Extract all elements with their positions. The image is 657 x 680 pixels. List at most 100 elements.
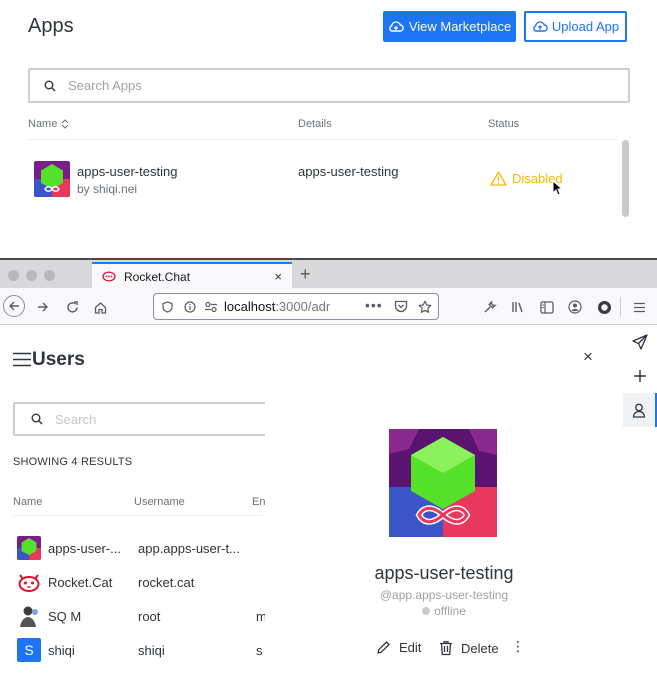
window-maximize-control[interactable]	[44, 270, 55, 281]
right-rail	[623, 325, 657, 680]
rocket-cat-icon	[17, 570, 41, 594]
new-tab-button[interactable]: +	[300, 264, 311, 285]
user-name: Rocket.Cat	[48, 575, 113, 590]
avatar: S	[17, 638, 41, 662]
warning-icon	[490, 171, 507, 186]
user-info-panel: × apps-user-testing @app.apps-user-testi…	[265, 325, 623, 680]
directory-button[interactable]	[623, 325, 657, 359]
reload-button[interactable]	[62, 297, 82, 317]
search-users-input[interactable]: Search	[13, 402, 273, 436]
wrench-icon	[484, 300, 497, 313]
user-username: root	[138, 609, 161, 624]
cursor-icon	[552, 180, 562, 196]
tab-title: Rocket.Chat	[124, 270, 191, 284]
shield-icon	[162, 301, 173, 313]
bookmark-star-icon[interactable]	[418, 300, 432, 314]
library-button[interactable]	[508, 297, 528, 317]
forward-button[interactable]	[33, 297, 53, 317]
add-button[interactable]	[623, 359, 657, 393]
user-name: SQ M	[48, 609, 82, 624]
app-author: by shiqi.nei	[77, 182, 138, 196]
avatar	[17, 604, 41, 628]
toolbar-divider	[620, 297, 621, 317]
table-row[interactable]: S shiqi shiqi s	[0, 635, 265, 665]
account-button[interactable]	[565, 297, 585, 317]
search-apps-input[interactable]: Search Apps	[28, 68, 630, 103]
cloud-upload-icon	[533, 20, 548, 32]
divider	[28, 139, 618, 140]
sort-icon	[61, 119, 69, 129]
app-content: Users Search SHOWING 4 RESULTS Name User…	[0, 325, 657, 680]
upload-app-label: Upload App	[551, 19, 620, 34]
divider	[13, 515, 263, 516]
column-header-status: Status	[488, 118, 520, 130]
delete-button[interactable]: Delete	[439, 640, 499, 656]
avatar	[17, 536, 41, 560]
status-dot-icon	[422, 607, 431, 615]
url-host: localhost	[224, 299, 276, 314]
column-header-name[interactable]: Name	[13, 496, 42, 508]
home-icon	[94, 301, 106, 314]
view-marketplace-button[interactable]: View Marketplace	[383, 11, 516, 42]
column-header-email[interactable]: En	[252, 496, 265, 508]
delete-label: Delete	[461, 640, 499, 656]
user-icon	[632, 403, 646, 418]
app-details: apps-user-testing	[298, 164, 399, 179]
pencil-icon	[377, 641, 390, 654]
upload-app-button[interactable]: Upload App	[524, 11, 627, 42]
window-minimize-control[interactable]	[26, 270, 37, 281]
user-display-name: apps-user-testing	[374, 563, 514, 583]
table-row[interactable]: apps-user-... app.apps-user-t...	[0, 533, 265, 563]
page-title: Apps	[28, 15, 74, 37]
account-icon	[568, 300, 582, 314]
url-bar[interactable]: localhost:3000/adr •••	[153, 293, 439, 320]
home-button[interactable]	[90, 297, 110, 317]
scrollbar[interactable]	[622, 140, 629, 217]
menu-button[interactable]	[629, 297, 649, 317]
library-icon	[511, 302, 523, 313]
plus-icon	[634, 370, 646, 382]
rocketchat-favicon-icon	[102, 271, 116, 282]
browser-window: Rocket.Chat × + localhost:3000/adr •••	[0, 258, 657, 680]
kebab-menu-icon[interactable]: ⋮	[511, 638, 525, 655]
sidebar-toggle-button[interactable]	[537, 297, 557, 317]
user-email: m	[256, 609, 265, 624]
table-row[interactable]: Rocket.Cat rocket.cat	[0, 567, 265, 597]
column-header-username[interactable]: Username	[134, 496, 185, 508]
reload-icon	[66, 300, 78, 313]
trash-icon	[440, 641, 452, 656]
column-header-name[interactable]: Name	[28, 118, 69, 130]
avatar	[17, 570, 41, 594]
column-header-details: Details	[298, 118, 332, 130]
arrow-right-icon	[38, 302, 48, 312]
user-email: s	[256, 643, 263, 658]
hamburger-icon[interactable]	[12, 352, 32, 367]
table-row[interactable]: SQ M root m	[0, 601, 265, 631]
send-icon	[632, 334, 648, 350]
search-users-placeholder: Search	[55, 411, 97, 427]
user-avatar	[389, 429, 497, 537]
app-name: apps-user-testing	[77, 164, 178, 179]
tab-close-button[interactable]: ×	[274, 269, 282, 284]
users-page-title: Users	[32, 349, 85, 370]
browser-tab[interactable]: Rocket.Chat ×	[92, 262, 292, 290]
user-username: rocket.cat	[138, 575, 195, 590]
user-info-tab[interactable]	[623, 393, 657, 427]
cloud-icon	[389, 20, 404, 32]
edit-button[interactable]: Edit	[376, 640, 421, 655]
user-status: offline	[265, 604, 623, 618]
close-button[interactable]: ×	[583, 347, 593, 367]
pocket-icon[interactable]	[394, 300, 408, 313]
window-close-control[interactable]	[8, 270, 19, 281]
page-actions-icon[interactable]: •••	[365, 297, 383, 313]
edit-label: Edit	[399, 640, 422, 655]
view-marketplace-label: View Marketplace	[408, 19, 512, 34]
tools-button[interactable]	[480, 297, 500, 317]
extension-button[interactable]	[594, 297, 614, 317]
permissions-icon	[205, 301, 217, 313]
back-button[interactable]	[3, 295, 25, 317]
results-count: SHOWING 4 RESULTS	[13, 456, 133, 468]
user-name: shiqi	[48, 643, 75, 658]
apps-panel: Apps View Marketplace Upload App Search …	[0, 0, 657, 258]
search-icon	[44, 80, 56, 91]
